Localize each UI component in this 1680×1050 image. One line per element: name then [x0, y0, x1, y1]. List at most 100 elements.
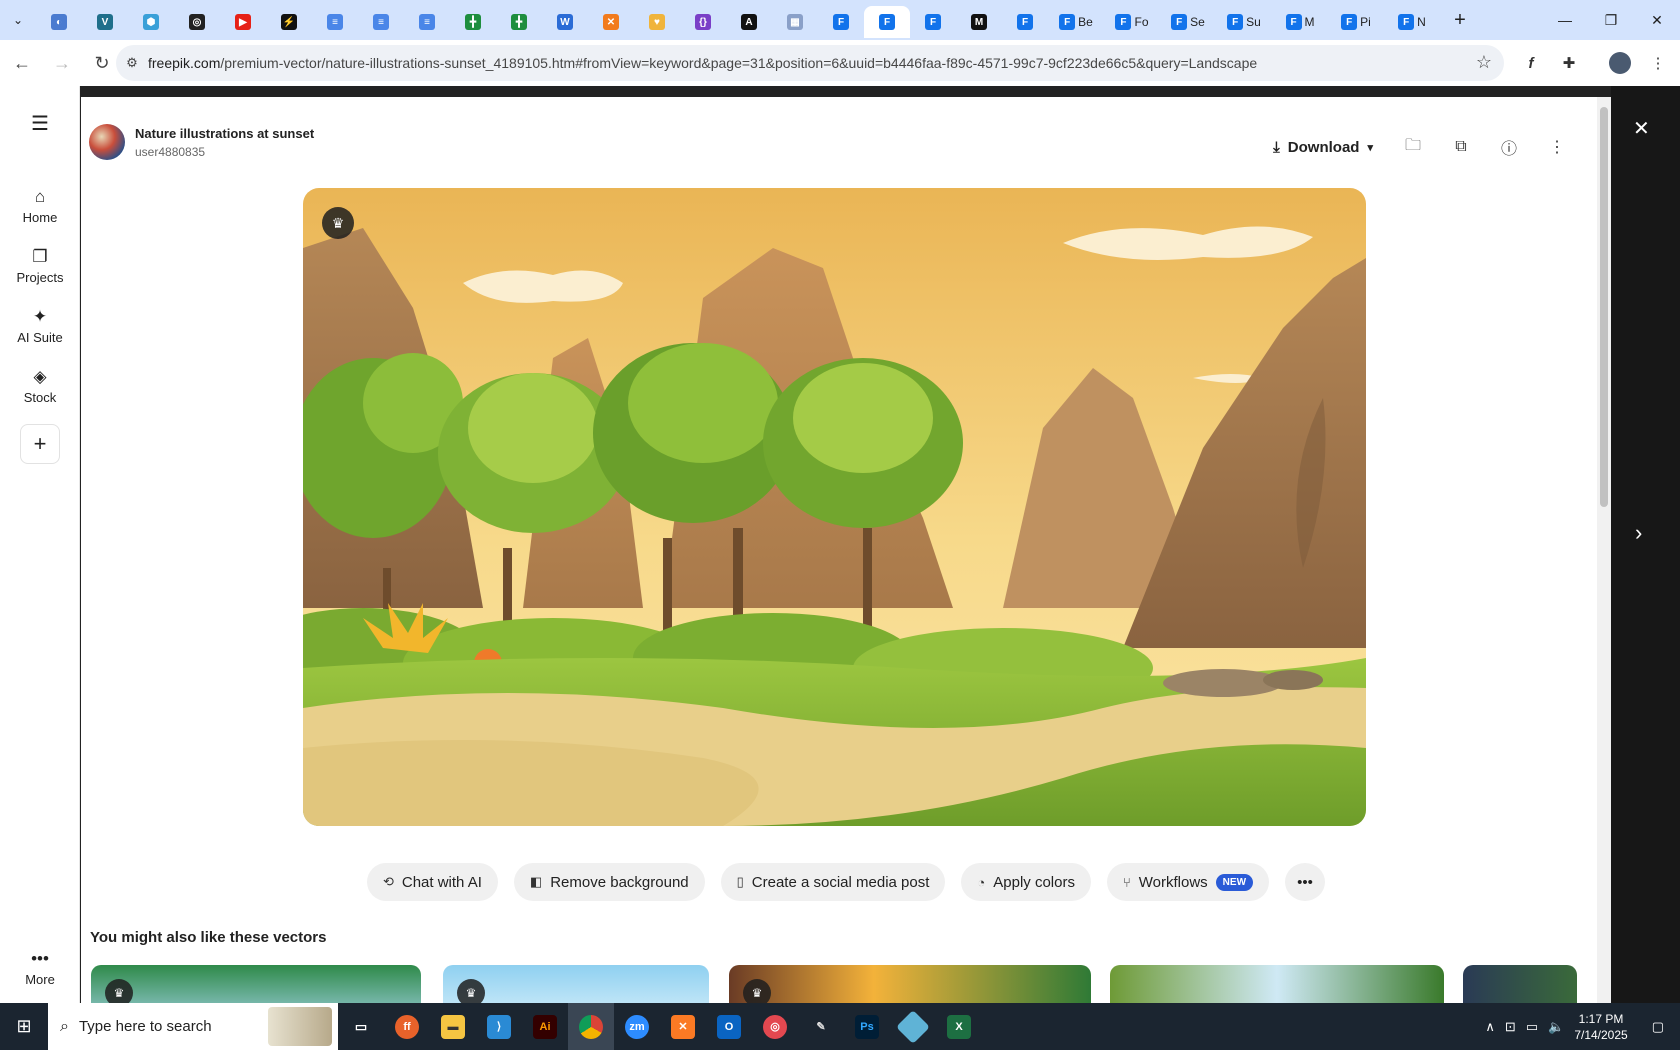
vscode-icon[interactable]: ⟩ [476, 1003, 522, 1050]
nav-item-ai-suite[interactable]: ✦ AI Suite [0, 306, 80, 345]
download-button[interactable]: ⤓ Download ▾ [1265, 133, 1381, 162]
browser-tab[interactable]: ⬢ [128, 6, 174, 38]
browser-tab[interactable]: F [910, 6, 956, 38]
browser-tab[interactable]: F Fo [1104, 6, 1160, 38]
browser-tab[interactable]: ≡ [358, 6, 404, 38]
address-bar[interactable]: ⚙ freepik.com/premium-vector/nature-illu… [116, 45, 1504, 81]
tab-search-chevron-icon[interactable]: ⌄ [0, 0, 36, 40]
network-icon[interactable]: ⊡ [1505, 1019, 1516, 1035]
illustrator-icon[interactable]: Ai [522, 1003, 568, 1050]
related-thumbnail[interactable] [1110, 965, 1444, 1003]
minimize-icon[interactable]: — [1542, 0, 1588, 40]
task-view-icon[interactable]: ▭ [338, 1003, 384, 1050]
browser-tab[interactable]: W [542, 6, 588, 38]
browser-tab[interactable]: ≡ [404, 6, 450, 38]
related-thumbnail[interactable]: ♛ [443, 965, 709, 1003]
extensions-puzzle-icon[interactable]: ✚ [1551, 45, 1587, 81]
extension-f-icon[interactable]: f [1513, 45, 1549, 81]
bookmark-star-icon[interactable]: ☆ [1476, 52, 1492, 73]
notifications-icon[interactable]: ▢ [1652, 1019, 1664, 1035]
browser-tab[interactable]: V [82, 6, 128, 38]
browser-tab[interactable]: FM [1272, 6, 1328, 38]
volume-icon[interactable]: 🔈 [1548, 1019, 1564, 1035]
zoom-icon[interactable]: zm [614, 1003, 660, 1050]
nav-more[interactable]: ••• More [0, 948, 80, 987]
reload-icon[interactable]: ↻ [84, 45, 120, 81]
back-icon[interactable]: ← [4, 45, 40, 81]
info-icon[interactable]: ⓘ [1493, 131, 1525, 163]
chrome-icon[interactable] [568, 1003, 614, 1050]
close-modal-icon[interactable]: ✕ [1633, 116, 1650, 141]
tool-chat-with-ai-button[interactable]: ⟲ Chat with AI [366, 863, 498, 901]
windows-start-icon[interactable]: ⊞ [0, 1003, 48, 1050]
taskbar-search[interactable]: ⌕ Type here to search [48, 1003, 338, 1050]
tab-title: Be [1078, 15, 1093, 29]
clock[interactable]: 1:17 PM 7/14/2025 [1574, 1011, 1627, 1043]
tray-chevron-icon[interactable]: ∧ [1485, 1019, 1495, 1035]
forward-icon[interactable]: → [44, 45, 80, 81]
browser-menu-icon[interactable]: ⋮ [1640, 45, 1676, 81]
new-tab-button[interactable]: + [1444, 4, 1476, 36]
browser-tab[interactable]: ▶ [220, 6, 266, 38]
browser-tab[interactable]: ⚡ [266, 6, 312, 38]
avatar[interactable] [89, 124, 125, 160]
browser-tab[interactable]: ♥ [634, 6, 680, 38]
hamburger-menu-icon[interactable]: ☰ [0, 113, 80, 135]
next-arrow-icon[interactable]: › [1635, 520, 1642, 546]
nav-item-projects[interactable]: ❐ Projects [0, 246, 80, 285]
related-thumbnail[interactable]: ♛ [91, 965, 421, 1003]
nav-item-home[interactable]: ⌂ Home [0, 186, 80, 225]
browser-tab[interactable]: F [818, 6, 864, 38]
browser-tab[interactable]: M [956, 6, 1002, 38]
related-thumbnail[interactable] [1463, 965, 1577, 1003]
close-window-icon[interactable]: ✕ [1634, 0, 1680, 40]
photoshop-icon[interactable]: Ps [844, 1003, 890, 1050]
browser-tab[interactable]: F [864, 6, 910, 38]
more-options-icon[interactable]: ⋮ [1541, 131, 1573, 163]
browser-tab[interactable]: ✕ [588, 6, 634, 38]
tool-create-a-social-media-post-button[interactable]: ▯ Create a social media post [720, 863, 946, 901]
outlook-icon[interactable]: O [706, 1003, 752, 1050]
profile-avatar-icon[interactable] [1602, 45, 1638, 81]
tool-remove-background-button[interactable]: ◧ Remove background [513, 863, 705, 901]
app-diamond-icon[interactable] [890, 1003, 936, 1050]
browser-tab[interactable]: F [1002, 6, 1048, 38]
m-icon: M [971, 14, 987, 30]
browser-tab[interactable]: F Pi [1328, 6, 1384, 38]
browser-tab[interactable]: F Se [1160, 6, 1216, 38]
display-icon[interactable]: ▭ [1526, 1019, 1538, 1035]
firefox-icon[interactable]: ff [384, 1003, 430, 1050]
more-tools-button[interactable]: ••• [1285, 863, 1326, 901]
author-username[interactable]: user4880835 [135, 145, 314, 159]
excel-icon[interactable]: X [936, 1003, 982, 1050]
browser-tab[interactable]: F Su [1216, 6, 1272, 38]
related-thumbnail[interactable]: ♛ [729, 965, 1091, 1003]
browser-tab[interactable]: A [726, 6, 772, 38]
browser-tab[interactable]: {} [680, 6, 726, 38]
browser-tab[interactable]: ◎ [174, 6, 220, 38]
site-info-icon[interactable]: ⚙ [116, 55, 148, 71]
file-explorer-icon[interactable]: ▬ [430, 1003, 476, 1050]
tool-workflows-button[interactable]: ⑂ Workflows NEW [1106, 863, 1270, 901]
creative-cloud-icon[interactable]: ◎ [752, 1003, 798, 1050]
phone-icon: ▯ [736, 874, 744, 889]
preview-image[interactable]: ♛ [303, 188, 1366, 826]
pen-tool-icon[interactable]: ✎ [798, 1003, 844, 1050]
add-to-collection-icon[interactable]: ⧉ [1445, 131, 1477, 163]
browser-tab[interactable]: ≡ [312, 6, 358, 38]
browser-tab[interactable]: ╋ [450, 6, 496, 38]
browser-tab[interactable]: F Be [1048, 6, 1104, 38]
browser-tab[interactable]: ▦ [772, 6, 818, 38]
add-icon[interactable]: + [20, 424, 60, 464]
browser-tab[interactable]: FN [1384, 6, 1440, 38]
premium-crown-icon: ♛ [322, 207, 354, 239]
nav-item-stock[interactable]: ◈ Stock [0, 366, 80, 405]
xampp-icon[interactable]: ✕ [660, 1003, 706, 1050]
scrollbar-thumb[interactable] [1600, 107, 1608, 507]
save-to-folder-icon[interactable]: 🗀 [1397, 131, 1429, 163]
tool-apply-colors-button[interactable]: ◔ Apply colors [961, 863, 1091, 901]
scrollbar[interactable] [1597, 97, 1611, 1003]
browser-tab[interactable]: ╋ [496, 6, 542, 38]
restore-icon[interactable]: ❐ [1588, 0, 1634, 40]
browser-tab[interactable]: ◐ [36, 6, 82, 38]
